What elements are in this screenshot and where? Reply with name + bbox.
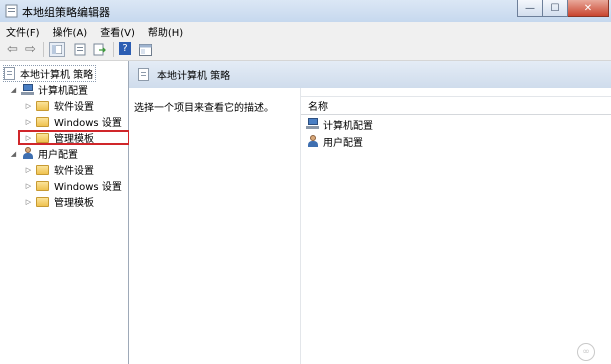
tree-node-user-config[interactable]: ◢ 用户配置 [9, 146, 78, 161]
tree-label: 软件设置 [54, 102, 94, 113]
policy-editor-icon [5, 4, 18, 18]
folder-icon [36, 100, 49, 111]
show-hide-tree-icon[interactable] [49, 42, 65, 57]
tree-node-computer-config[interactable]: ◢ 计算机配置 [9, 82, 88, 97]
user-icon [306, 134, 319, 148]
expand-icon[interactable]: ▷ [24, 182, 33, 190]
column-header-name[interactable]: 名称 [301, 96, 611, 115]
help-icon[interactable]: ? [119, 42, 131, 55]
collapse-icon[interactable]: ◢ [9, 150, 18, 158]
tree-label: 计算机配置 [38, 86, 88, 97]
tree-node-root[interactable]: 本地计算机 策略 [3, 65, 97, 82]
expand-icon[interactable]: ▷ [24, 198, 33, 206]
details-pane: 本地计算机 策略 选择一个项目来查看它的描述。 名称 计算机配置 用户配置 [129, 61, 611, 364]
console-view-icon[interactable] [138, 42, 153, 57]
toolbar-separator [113, 42, 114, 57]
computer-icon [306, 118, 319, 130]
menu-action[interactable]: 操作(A) [47, 22, 95, 39]
forward-arrow-icon[interactable]: ⇨ [23, 42, 38, 57]
maximize-button[interactable]: ☐ [543, 0, 568, 17]
column-divider [300, 88, 301, 364]
menu-view[interactable]: 查看(V) [94, 22, 142, 39]
tree-pane: 本地计算机 策略 ◢ 计算机配置 ▷ 软件设置 ▷ Windows 设置 ▷ 管… [0, 61, 130, 364]
tree-label: Windows 设置 [54, 182, 122, 193]
properties-icon[interactable] [72, 42, 87, 57]
description-text: 选择一个项目来查看它的描述。 [134, 103, 274, 114]
policy-document-icon [138, 68, 149, 81]
watermark-logo: ∞ [577, 343, 595, 361]
menu-help[interactable]: 帮助(H) [142, 22, 190, 39]
back-arrow-icon[interactable]: ⇦ [5, 42, 20, 57]
computer-icon [21, 83, 34, 96]
tree-label: 管理模板 [54, 198, 94, 209]
tree-root-label: 本地计算机 策略 [20, 70, 94, 81]
export-list-icon[interactable] [92, 42, 107, 57]
policy-document-icon [4, 67, 15, 80]
close-button[interactable]: ✕ [568, 0, 609, 17]
expand-icon[interactable]: ▷ [24, 166, 33, 174]
list-item-label: 用户配置 [323, 137, 363, 149]
collapse-icon[interactable]: ◢ [9, 86, 18, 94]
folder-icon [36, 180, 49, 191]
tree-node-user-admin-templates[interactable]: ▷ 管理模板 [24, 194, 94, 209]
highlight-annotation [18, 130, 130, 145]
tree-node-user-windows-settings[interactable]: ▷ Windows 设置 [24, 178, 122, 193]
list-item-user-config[interactable]: 用户配置 [306, 134, 363, 149]
tree-node-windows-settings[interactable]: ▷ Windows 设置 [24, 114, 122, 129]
menu-file[interactable]: 文件(F) [0, 22, 47, 39]
minimize-button[interactable]: — [517, 0, 543, 17]
details-title: 本地计算机 策略 [157, 71, 231, 82]
list-item-label: 计算机配置 [323, 120, 373, 132]
tree-label: 软件设置 [54, 166, 94, 177]
list-item-computer-config[interactable]: 计算机配置 [306, 117, 373, 132]
expand-icon[interactable]: ▷ [24, 102, 33, 110]
toolbar: ⇦ ⇨ ? [0, 39, 611, 61]
title-bar: 本地组策略编辑器 — ☐ ✕ [0, 0, 611, 22]
toolbar-separator [43, 42, 44, 57]
menu-bar: 文件(F) 操作(A) 查看(V) 帮助(H) [0, 22, 611, 39]
folder-icon [36, 164, 49, 175]
window-title: 本地组策略编辑器 [22, 6, 110, 19]
tree-node-software-settings[interactable]: ▷ 软件设置 [24, 98, 94, 113]
folder-icon [36, 116, 49, 127]
folder-icon [36, 196, 49, 207]
tree-node-user-software-settings[interactable]: ▷ 软件设置 [24, 162, 94, 177]
details-header: 本地计算机 策略 [129, 61, 611, 88]
user-icon [21, 147, 34, 160]
tree-label: Windows 设置 [54, 118, 122, 129]
expand-icon[interactable]: ▷ [24, 118, 33, 126]
tree-label: 用户配置 [38, 150, 78, 161]
